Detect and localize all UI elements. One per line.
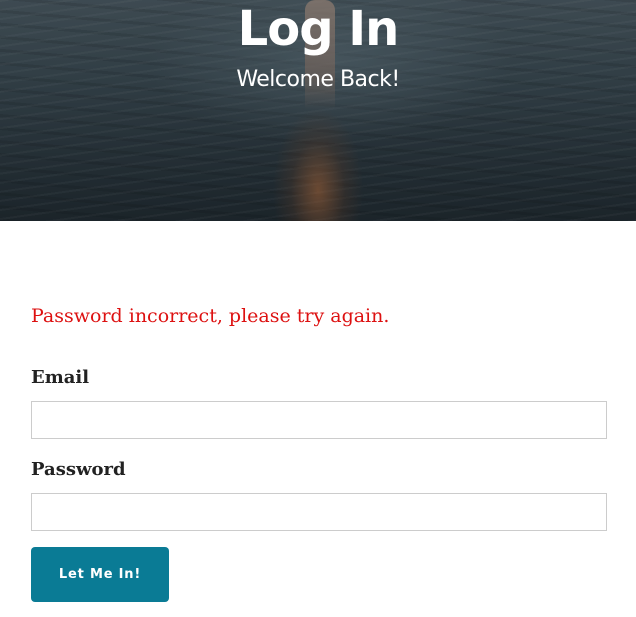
page-title: Log In	[237, 1, 400, 57]
password-field[interactable]	[31, 493, 607, 531]
error-message: Password incorrect, please try again.	[31, 305, 390, 327]
submit-button[interactable]: Let Me In!	[31, 547, 169, 602]
hero-banner: Log In Welcome Back!	[0, 0, 636, 221]
email-label: Email	[31, 367, 90, 388]
email-field[interactable]	[31, 401, 607, 439]
password-label: Password	[31, 459, 126, 480]
page-subtitle: Welcome Back!	[236, 67, 400, 92]
